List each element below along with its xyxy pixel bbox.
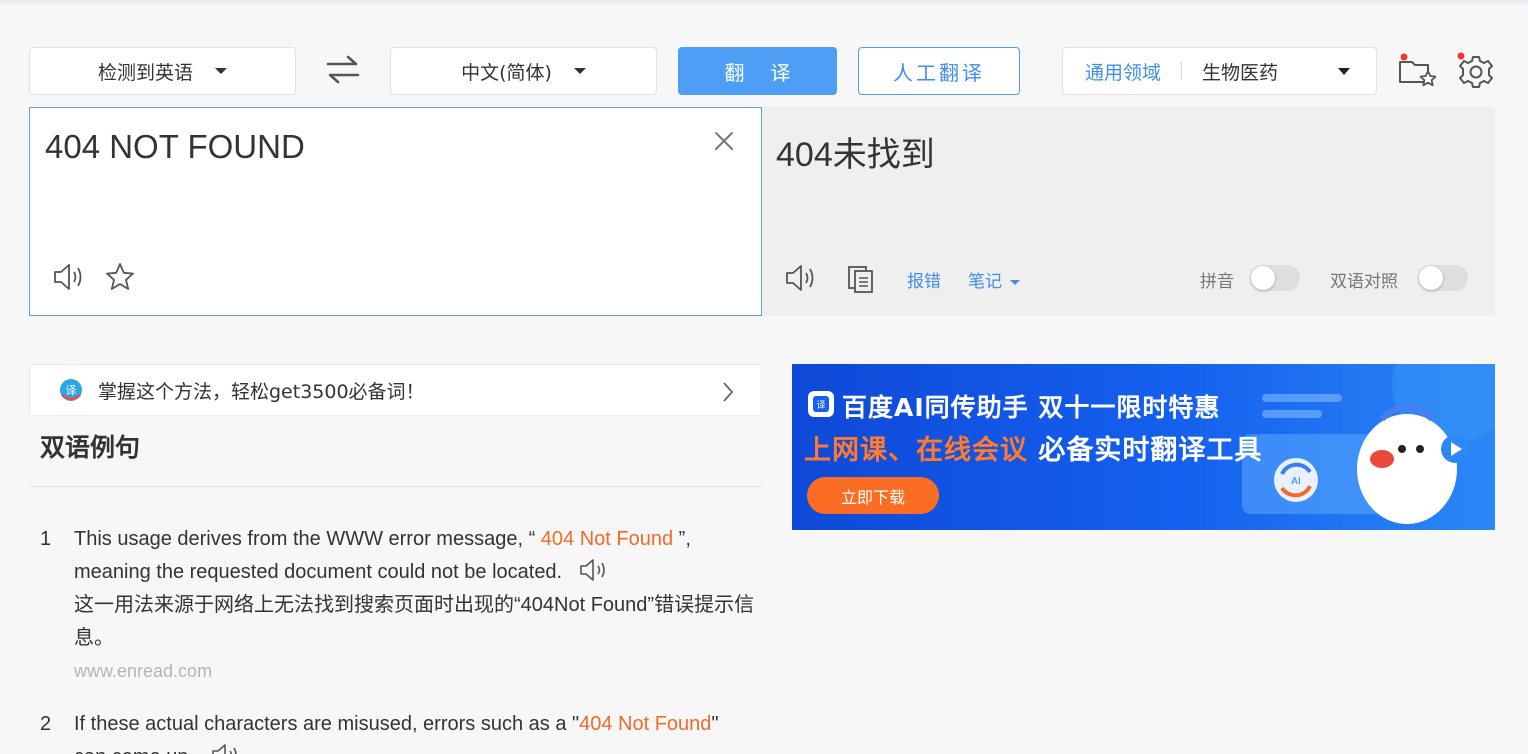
source-language-select[interactable]: 检测到英语: [29, 47, 296, 95]
example-body: If these actual characters are misused, …: [74, 708, 764, 754]
source-text-area[interactable]: 404 NOT FOUND: [29, 107, 762, 316]
example-en-text: ": [711, 713, 719, 735]
swap-languages-icon[interactable]: [322, 52, 364, 86]
report-error-link[interactable]: 报错: [907, 267, 941, 292]
example-en-text: This usage derives from the WWW error me…: [74, 528, 541, 550]
star-icon[interactable]: [104, 262, 136, 292]
example-en-text: meaning the requested document could not…: [74, 561, 563, 583]
favorites-folder-icon[interactable]: [1396, 52, 1440, 90]
copy-icon[interactable]: [846, 264, 876, 294]
chevron-down-icon: [1338, 68, 1350, 75]
example-source[interactable]: www.enread.com: [74, 655, 764, 687]
domain-selected-label: 生物医药: [1202, 61, 1279, 84]
translate-button-label: 翻译: [724, 60, 817, 85]
tip-text: 掌握这个方法，轻松get3500必备词！: [98, 380, 425, 403]
banner-subtitle: 上网课、在线会议 必备实时翻译工具: [804, 428, 1262, 467]
target-language-label: 中文(简体): [461, 61, 552, 84]
example-zh: 这一用法来源于网络上无法找到搜索页面时出现的“404Not Found”错误提示…: [74, 594, 755, 649]
example-en: If these actual characters are misused, …: [74, 708, 764, 741]
chevron-down-icon: [215, 68, 227, 74]
tip-logo-icon: 译: [60, 379, 82, 401]
chevron-down-icon: [573, 68, 586, 74]
close-icon[interactable]: [713, 130, 735, 152]
example-en-text: If these actual characters are misused, …: [74, 713, 580, 735]
translate-button[interactable]: 翻译: [678, 47, 837, 95]
result-pane: 404未找到 报错 笔记 拼音 双语对照: [762, 107, 1495, 316]
section-divider: [29, 486, 762, 487]
pinyin-label: 拼音: [1200, 272, 1234, 292]
example-highlight: 404 Not Found: [579, 713, 712, 735]
download-now-button[interactable]: 立即下载: [807, 477, 939, 514]
result-text: 404未找到: [776, 136, 935, 174]
svg-text:译: 译: [66, 384, 77, 397]
svg-text:译: 译: [816, 400, 825, 411]
svg-text:AI: AI: [1291, 476, 1301, 487]
speaker-icon[interactable]: [578, 557, 610, 583]
target-language-select[interactable]: 中文(简体): [390, 47, 657, 95]
banner-title: 百度AI同传助手 双十一限时特惠: [842, 393, 1221, 422]
domain-select[interactable]: 通用领域 生物医药: [1062, 47, 1377, 95]
example-body: This usage derives from the WWW error me…: [74, 523, 764, 687]
settings-gear-icon[interactable]: [1455, 52, 1495, 90]
example-en-text: can come up.: [74, 746, 194, 754]
example-highlight: 404 Not Found: [540, 528, 674, 550]
notes-menu[interactable]: 笔记: [968, 267, 1021, 292]
banner-subtitle-highlight: 上网课、在线会议: [804, 435, 1028, 466]
example-en: This usage derives from the WWW error me…: [74, 523, 764, 556]
domain-divider: [1181, 62, 1183, 80]
chevron-right-icon: [723, 382, 734, 402]
human-translate-button[interactable]: 人工翻译: [858, 47, 1020, 95]
example-en-line2: can come up.: [74, 741, 764, 754]
example-number: 1: [40, 528, 52, 550]
bilingual-label: 双语对照: [1330, 272, 1398, 292]
baidu-translate-logo: 译: [808, 391, 834, 417]
source-text[interactable]: 404 NOT FOUND: [45, 128, 305, 166]
example-en-line2: meaning the requested document could not…: [74, 556, 764, 589]
example-en-text: ”,: [673, 528, 691, 550]
caret-down-icon: [1010, 279, 1021, 285]
notes-label: 笔记: [968, 272, 1002, 292]
vocab-tip-bar[interactable]: 译 掌握这个方法，轻松get3500必备词！: [29, 364, 762, 416]
toggle-knob: [1251, 266, 1275, 290]
domain-general-option[interactable]: 通用领域: [1085, 58, 1161, 85]
source-language-label: 检测到英语: [97, 61, 193, 84]
speaker-icon[interactable]: [784, 263, 818, 293]
toggle-knob: [1419, 266, 1443, 290]
download-now-label: 立即下载: [840, 487, 905, 507]
human-translate-label: 人工翻译: [893, 60, 985, 85]
speaker-icon[interactable]: [52, 262, 86, 292]
top-shadow: [0, 0, 1528, 6]
speaker-icon[interactable]: [210, 742, 242, 754]
examples-title: 双语例句: [40, 433, 141, 462]
pinyin-toggle[interactable]: [1250, 265, 1300, 291]
example-number: 2: [40, 713, 52, 735]
banner-subtitle-text: 必备实时翻译工具: [1028, 435, 1263, 466]
ad-banner[interactable]: AI 译 百度AI同传助手 双十一限时特惠 上网课、在线会议 必备实时翻译工具 …: [792, 364, 1495, 530]
bilingual-toggle[interactable]: [1418, 265, 1468, 291]
